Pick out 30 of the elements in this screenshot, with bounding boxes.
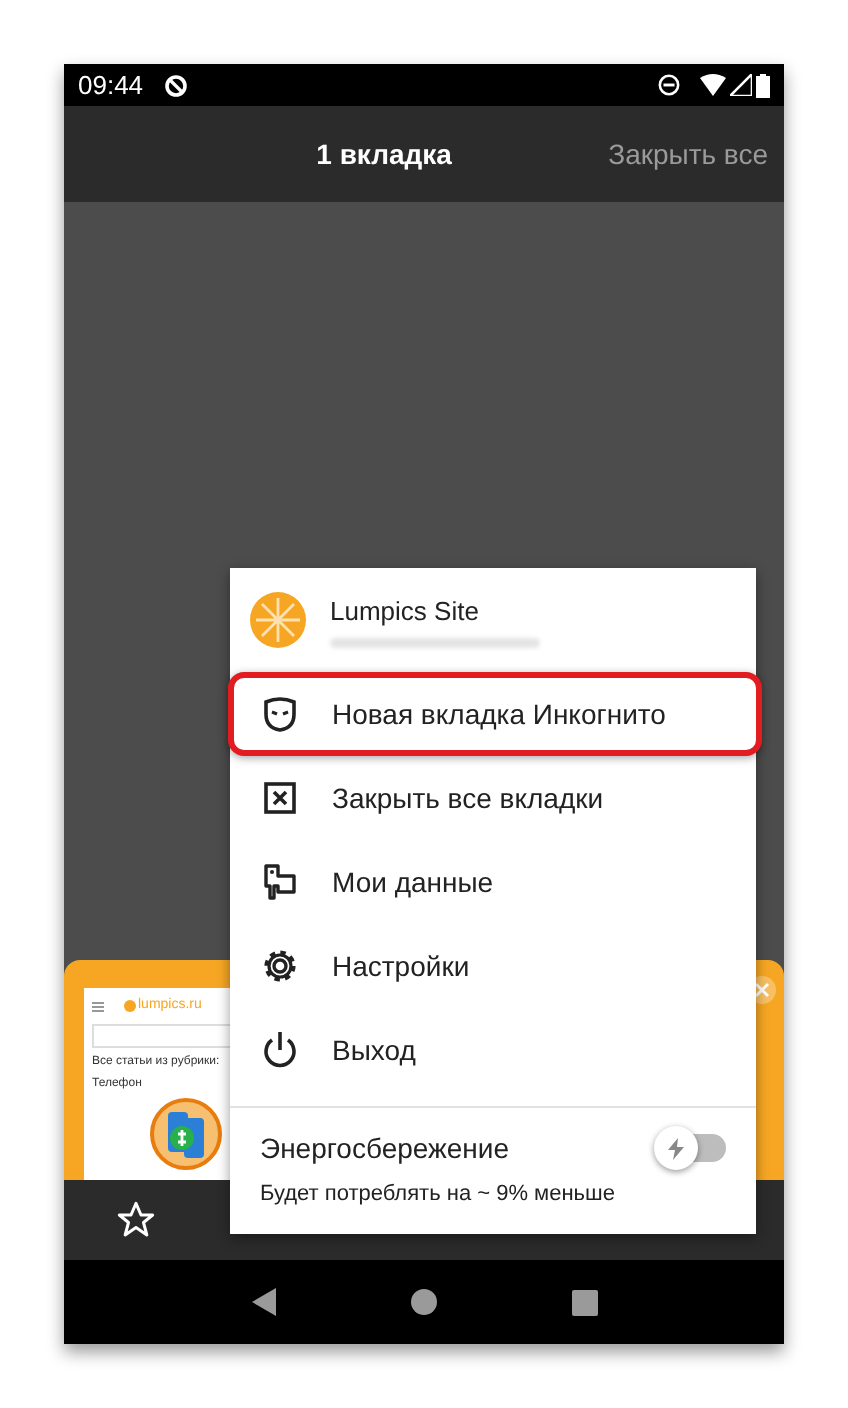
- tab-count-title: 1 вкладка: [316, 135, 452, 174]
- menu-item[interactable]: Закрыть все вкладки: [230, 756, 756, 840]
- power-saving-subtitle: Будет потреблять на ~ 9% меньше: [260, 1180, 617, 1210]
- home-icon[interactable]: [409, 1288, 437, 1316]
- no-data-saver-icon: [163, 73, 188, 97]
- close-all-button[interactable]: Закрыть все: [608, 133, 768, 175]
- power-saving-toggle[interactable]: [654, 1126, 726, 1170]
- status-time: 09:44: [78, 67, 144, 104]
- citrus-slice-avatar-icon: [250, 592, 306, 648]
- wifi-icon: [700, 74, 726, 96]
- menu-item[interactable]: Выход: [230, 1008, 756, 1092]
- power-icon: [260, 1030, 300, 1070]
- do-not-disturb-icon: [658, 74, 680, 96]
- phones-illustration-icon: [148, 1095, 224, 1171]
- menu-icon: [92, 1001, 104, 1012]
- lightning-icon: [668, 1137, 684, 1159]
- star-icon[interactable]: [116, 1200, 156, 1240]
- settings-icon: [260, 946, 300, 986]
- battery-icon: [756, 73, 770, 97]
- recents-icon[interactable]: [571, 1289, 597, 1315]
- profile-name[interactable]: Lumpics Site: [330, 592, 540, 632]
- mask-icon: [260, 694, 300, 734]
- menu-item[interactable]: Мои данные: [230, 840, 756, 924]
- signal-icon: [730, 74, 752, 96]
- power-saving-title: Энергосбережение: [260, 1130, 512, 1168]
- menu-item[interactable]: Новая вкладка Инкогнито: [228, 672, 762, 756]
- menu-item[interactable]: Настройки: [230, 924, 756, 1008]
- logo-dot-icon: [124, 1000, 136, 1013]
- close-box-icon: [260, 778, 300, 818]
- back-icon[interactable]: [251, 1288, 275, 1316]
